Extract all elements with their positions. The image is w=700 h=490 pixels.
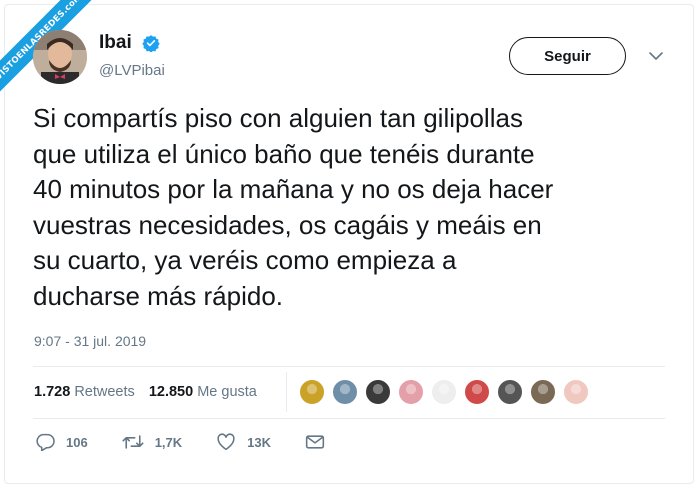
reply-action[interactable]: 106 [35,433,88,451]
stats-separator [286,372,287,412]
liker-avatar[interactable] [398,379,424,405]
like-count: 13K [247,434,272,450]
retweets-label: Retweets [74,384,135,400]
liker-avatars [299,379,596,405]
divider [33,418,665,419]
like-action[interactable]: 13K [216,433,271,451]
follow-button[interactable]: Seguir [509,37,626,75]
chevron-down-icon[interactable] [648,50,664,62]
tweet-line: ducharse más rápido. [33,280,284,311]
tweet-text: Si compartís piso con alguien tan gilipo… [33,101,673,314]
tweet-line: Si compartís piso con alguien tan gilipo… [33,103,523,133]
liker-avatar[interactable] [299,379,325,405]
liker-avatar[interactable] [464,379,490,405]
heart-icon [217,433,235,451]
profile-photo-icon [33,30,87,84]
likes-count: 12.850 [148,384,194,400]
likes-label: Me gusta [197,384,257,400]
tweet-line: que utiliza el único baño que tenéis dur… [33,138,535,169]
liker-avatar[interactable] [431,379,457,405]
message-action[interactable] [305,434,336,450]
tweet-line: vuestras necesidades, os cagáis y meáis … [33,209,542,240]
tweet-actions: 106 1,7K 13K [35,433,370,451]
author-name[interactable]: Ibai [99,32,132,54]
retweets-count: 1.728 [34,384,71,400]
liker-avatar[interactable] [497,379,523,405]
liker-avatar[interactable] [530,379,556,405]
liker-avatar[interactable] [332,379,358,405]
tweet-stats: 1.728 Retweets 12.850 Me gusta [34,384,267,400]
tweet-line: 40 minutos por la mañana y no os deja ha… [33,174,554,204]
retweet-action[interactable]: 1,7K [122,433,182,451]
reply-count: 106 [66,434,88,450]
envelope-icon [305,435,325,449]
reply-icon [36,433,55,451]
likes-stat[interactable]: 12.850 Me gusta [149,384,257,400]
tweet-timestamp[interactable]: 9:07 - 31 jul. 2019 [34,333,146,349]
verified-badge-icon [142,35,160,52]
avatar[interactable] [33,30,87,84]
retweet-icon [122,435,144,449]
liker-avatar[interactable] [563,379,589,405]
liker-avatar[interactable] [365,379,391,405]
divider [33,366,665,367]
retweets-stat[interactable]: 1.728 Retweets [34,384,135,400]
tweet-line: su cuarto, ya veréis como empieza a [33,245,457,275]
author-handle[interactable]: @LVPibai [99,62,165,79]
retweet-count: 1,7K [154,434,183,450]
